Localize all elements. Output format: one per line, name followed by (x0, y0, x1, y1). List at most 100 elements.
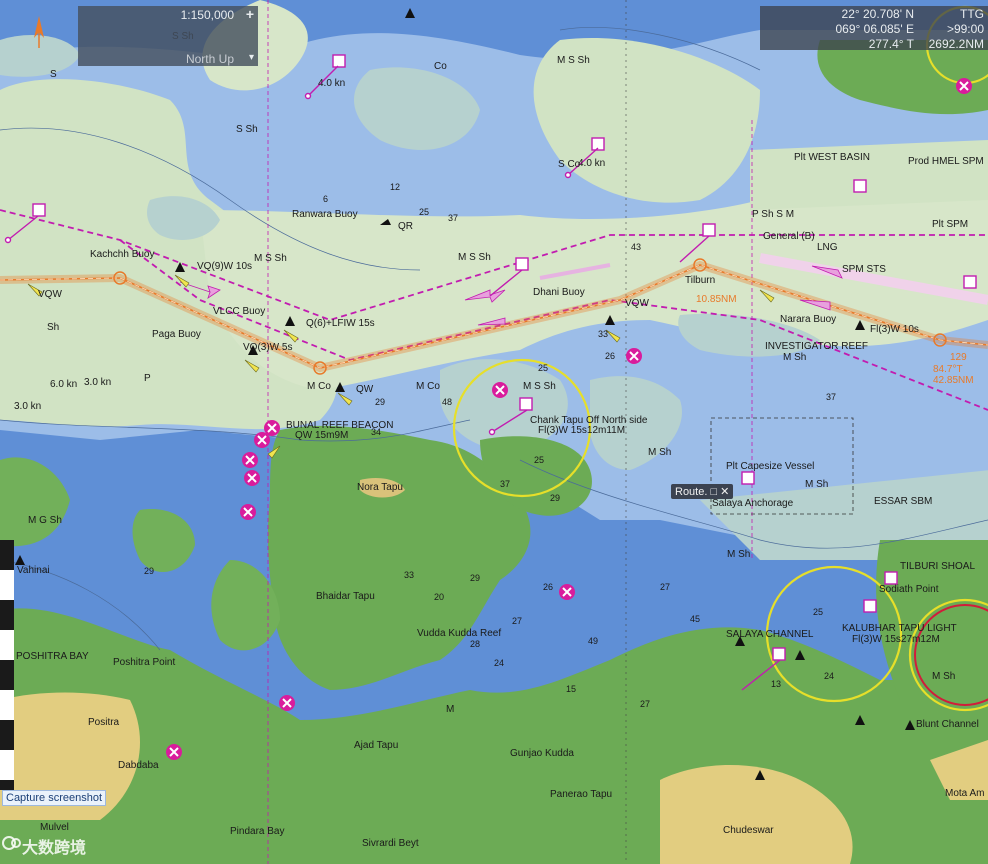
sounding: 45 (690, 614, 701, 624)
seabed-label-14: Co (434, 61, 447, 72)
cursor-latitude: 22° 20.708' N (841, 7, 914, 21)
seabed-label-4: M S Sh (254, 253, 287, 264)
light-label-vlcc: Q(6)+LFIW 15s (306, 318, 375, 329)
label-paga-buoy: Paga Buoy (152, 329, 201, 340)
seabed-label-2: M S Sh (458, 252, 491, 263)
label-poshitra-point: Poshitra Point (113, 657, 176, 668)
sounding: 15 (566, 684, 577, 694)
label-salaya-anchorage: Salaya Anchorage (712, 498, 794, 509)
ttg-label: TTG (960, 7, 984, 21)
sounding: 43 (631, 242, 642, 252)
current-label-4: 3.0 kn (14, 401, 42, 412)
label-sivrardi-beyt: Sivrardi Beyt (362, 838, 419, 849)
label-ranwara-buoy: Ranwara Buoy (292, 209, 358, 220)
label-sodiath-point: Sodiath Point (879, 584, 939, 595)
sounding: 26 (543, 582, 554, 592)
seabed-label-20: P Sh S M (752, 209, 795, 220)
chevron-down-icon[interactable]: ▾ (249, 52, 254, 63)
light-label-kachchh: VQ(9)W 10s (197, 261, 253, 272)
label-ajad-tapu: Ajad Tapu (354, 740, 399, 751)
label-general-b: General (B) (763, 231, 815, 242)
label-mulvel: Mulvel (40, 822, 69, 833)
sounding: 29 (144, 566, 155, 576)
sounding: 24 (494, 658, 505, 668)
current-label-3: 3.0 kn (84, 377, 112, 388)
seabed-label-16: Sh (47, 322, 60, 333)
seabed-label-9: M Sh (932, 671, 956, 682)
label-pindara-bay: Pindara Bay (230, 826, 285, 837)
route-tooltip-chip[interactable]: Route. □ ✕ (671, 484, 734, 499)
label-prod-hmel-spm: Prod HMEL SPM (908, 156, 984, 167)
north-arrow-icon (34, 16, 44, 48)
route-label-leg: 42.85NM (933, 375, 974, 386)
seabed-label-18: M (446, 704, 455, 715)
label-dabdaba: Dabdaba (118, 760, 159, 771)
sounding: 6 (323, 194, 329, 204)
label-investigator-reef: INVESTIGATOR REEF (765, 341, 868, 352)
watermark-text: 大数跨境 (22, 840, 87, 857)
sounding: 25 (534, 455, 545, 465)
zoom-in-button[interactable]: + (246, 6, 254, 22)
route-label-wp: 129 (950, 352, 967, 363)
label-nora-tapu: Nora Tapu (357, 482, 403, 493)
sounding: 37 (500, 479, 511, 489)
light-label-paga: VQ(3)W 5s (243, 342, 293, 353)
label-bhaidar-tapu: Bhaidar Tapu (316, 591, 375, 602)
capture-screenshot-button[interactable]: Capture screenshot (2, 790, 106, 806)
label-blunt-channel: Blunt Channel (916, 719, 979, 730)
seabed-label-19: S Co (558, 159, 581, 170)
seabed-label-10: S Sh (236, 124, 258, 135)
seabed-label-5: M Sh (783, 352, 807, 363)
current-label-1: 4.0 kn (318, 78, 346, 89)
cursor-longitude: 069° 06.085' E (835, 22, 915, 36)
sounding: 25 (813, 607, 824, 617)
sounding: 13 (771, 679, 782, 689)
label-tilburi-shoal: TILBURI SHOAL (900, 561, 976, 572)
label-tilburn: Tilburn (685, 275, 716, 286)
seabed-label-1: M S Sh (557, 55, 590, 66)
label-plt-spm: Plt SPM (932, 219, 969, 230)
seabed-label-15: S (50, 69, 57, 80)
label-kachchh-buoy: Kachchh Buoy (90, 249, 155, 260)
seabed-label-6: M Sh (648, 447, 672, 458)
light-label-qr: QR (398, 221, 413, 232)
seabed-label-13: M Co (307, 381, 331, 392)
sounding: 20 (434, 592, 445, 602)
label-panerao-tapu: Panerao Tapu (550, 789, 613, 800)
sounding: 29 (550, 493, 561, 503)
current-label-2: 4.0 kn (578, 158, 606, 169)
label-lng: LNG (817, 242, 838, 253)
light-label-bunal: QW 15m9M (295, 430, 349, 441)
current-label-5: 6.0 kn (50, 379, 78, 390)
seabed-label-7: M Sh (805, 479, 829, 490)
sounding: 49 (588, 636, 599, 646)
sounding: 27 (640, 699, 651, 709)
light-label-vqw-dhani: VQW (625, 298, 649, 309)
seabed-label-3: M S Sh (523, 381, 556, 392)
cursor-bearing: 277.4° T (868, 37, 914, 51)
light-label-qw: QW (356, 384, 374, 395)
shallow-area-east (750, 140, 988, 210)
sounding: 37 (448, 213, 459, 223)
cursor-distance: 2692.2NM (928, 37, 984, 51)
sounding: 27 (512, 616, 523, 626)
orientation-select[interactable]: North Up (186, 52, 234, 66)
sounding: 37 (826, 392, 837, 402)
label-essar-sbm: ESSAR SBM (874, 496, 933, 507)
sounding: 27 (660, 582, 671, 592)
label-narara-buoy: Narara Buoy (780, 314, 837, 325)
sounding: 33 (404, 570, 415, 580)
sounding: 25 (419, 207, 430, 217)
label-mota-am: Mota Am (945, 788, 985, 799)
label-chudeswar: Chudeswar (723, 825, 774, 836)
sounding: 34 (371, 427, 382, 437)
seabed-label-12: M Co (416, 381, 440, 392)
sounding: 28 (470, 639, 481, 649)
route-label-distance: 10.85NM (696, 294, 737, 305)
label-plt-capesize: Plt Capesize Vessel (726, 461, 815, 472)
label-positra: Positra (88, 717, 120, 728)
seabed-label-17: P (144, 373, 151, 384)
nautical-chart[interactable] (0, 0, 988, 864)
sounding: 29 (470, 573, 481, 583)
scale-value: 1:150,000 (180, 8, 234, 22)
